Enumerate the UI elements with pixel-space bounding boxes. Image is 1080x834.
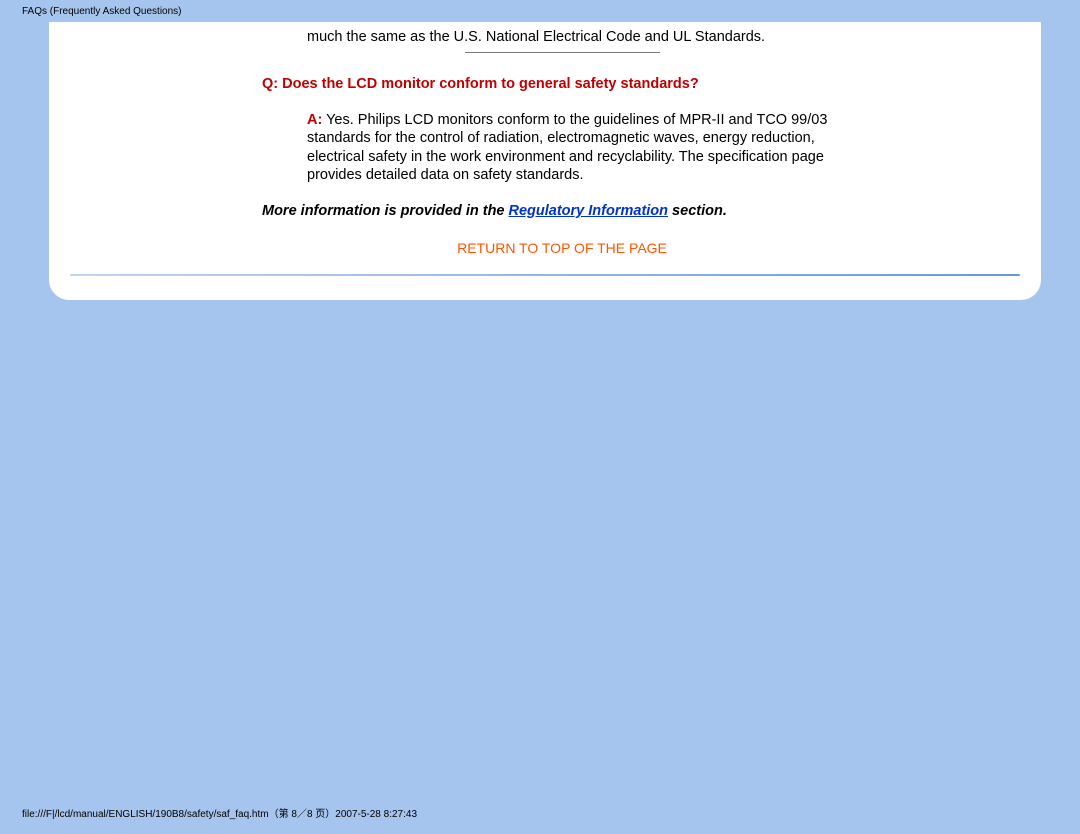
question-text: Does the LCD monitor conform to general … [282, 76, 699, 92]
faq-question: Q: Does the LCD monitor conform to gener… [262, 75, 862, 93]
intro-continuation-text: much the same as the U.S. National Elect… [307, 28, 862, 46]
question-label: Q: [262, 76, 278, 92]
content-panel: much the same as the U.S. National Elect… [49, 22, 1041, 300]
answer-label: A: [307, 112, 322, 128]
regulatory-information-link[interactable]: Regulatory Information [509, 203, 669, 219]
more-info-text: More information is provided in the Regu… [262, 202, 862, 220]
content-area: much the same as the U.S. National Elect… [262, 28, 862, 257]
panel-bottom-divider [70, 274, 1020, 276]
return-to-top-link[interactable]: RETURN TO TOP OF THE PAGE [262, 240, 862, 258]
more-info-post: section. [668, 203, 727, 219]
page-header-text: FAQs (Frequently Asked Questions) [22, 6, 182, 17]
more-info-pre: More information is provided in the [262, 203, 509, 219]
answer-text: Yes. Philips LCD monitors conform to the… [307, 112, 827, 182]
page-footer-text: file:///F|/lcd/manual/ENGLISH/190B8/safe… [22, 805, 417, 820]
section-divider [465, 52, 660, 53]
faq-answer: A: Yes. Philips LCD monitors conform to … [307, 111, 862, 184]
